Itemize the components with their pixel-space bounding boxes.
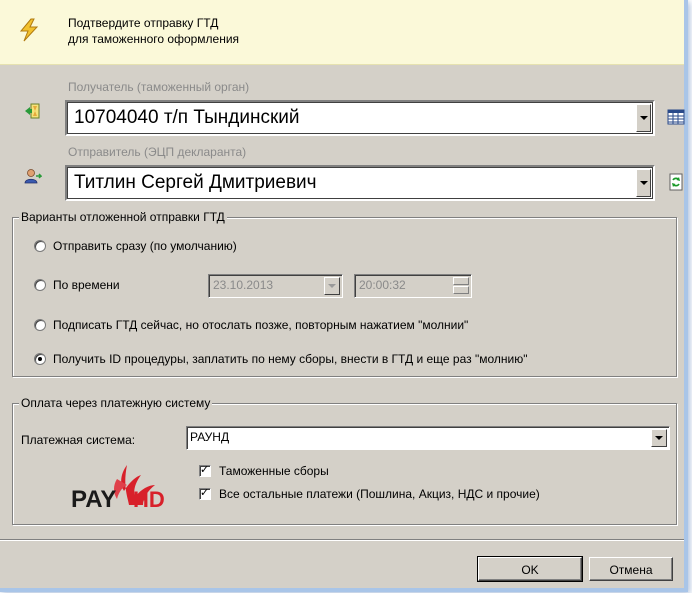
date-dropdown-button [324, 277, 340, 295]
date-value: 23.10.2013 [213, 278, 274, 292]
time-spinner [453, 277, 469, 295]
dialog-header: Подтвердите отправку ГТД для таможенного… [0, 0, 684, 65]
checkbox-customs-fees-label: Таможенные сборы [219, 464, 329, 478]
checkbox-other-payments[interactable] [199, 486, 211, 500]
header-message: Подтвердите отправку ГТД для таможенного… [68, 15, 239, 47]
payhd-logo-text-right: HD [133, 487, 165, 512]
date-field: 23.10.2013 [208, 274, 343, 298]
sender-combo[interactable]: Титлин Сергей Дмитриевич [65, 165, 655, 201]
payment-group: Оплата через платежную систему Платежная… [12, 396, 677, 525]
recipient-combo[interactable]: 10704040 т/п Тындинский [65, 100, 655, 136]
payment-system-label: Платежная система: [21, 433, 136, 447]
payment-system-value: РАУНД [190, 430, 230, 444]
payhd-logo: PAY HD [71, 465, 165, 513]
payhd-logo-text-left: PAY [71, 486, 116, 513]
checkbox-customs-fees[interactable] [199, 463, 211, 477]
header-line-1: Подтвердите отправку ГТД [68, 16, 219, 30]
radio-sign-later[interactable] [34, 319, 46, 331]
recipient-label: Получатель (таможенный орган) [68, 80, 250, 94]
radio-by-time-label: По времени [53, 278, 120, 292]
deferred-group-title: Варианты отложенной отправки ГТД [19, 210, 227, 224]
recipient-dropdown-button[interactable] [636, 104, 651, 132]
radio-send-now-label: Отправить сразу (по умолчанию) [53, 239, 237, 253]
radio-get-procedure-id-label: Получить ID процедуры, заплатить по нему… [53, 352, 528, 366]
payment-group-title: Оплата через платежную систему [19, 396, 213, 410]
radio-sign-later-label: Подписать ГТД сейчас, но отослать позже,… [53, 318, 469, 332]
sender-value: Титлин Сергей Дмитриевич [74, 172, 317, 193]
confirm-dialog: Подтвердите отправку ГТД для таможенного… [0, 0, 688, 592]
lightning-icon [19, 18, 39, 42]
refresh-icon[interactable] [667, 173, 685, 191]
ok-button[interactable]: OK [477, 556, 583, 582]
time-value: 20:00:32 [359, 278, 406, 292]
checkbox-other-payments-label: Все остальные платежи (Пошлина, Акциз, Н… [219, 487, 540, 501]
recipient-value: 10704040 т/п Тындинский [74, 107, 300, 128]
radio-send-now[interactable] [34, 240, 46, 252]
deferred-group: Варианты отложенной отправки ГТД Отправи… [12, 210, 677, 377]
sender-dropdown-button[interactable] [636, 169, 651, 197]
header-line-2: для таможенного оформления [68, 32, 240, 46]
user-icon [24, 169, 42, 184]
radio-get-procedure-id[interactable] [34, 353, 46, 365]
payment-system-combo[interactable]: РАУНД [186, 426, 670, 450]
customs-icon [25, 103, 40, 119]
payment-system-dropdown-button[interactable] [651, 429, 667, 447]
footer-separator [0, 539, 684, 541]
sender-label: Отправитель (ЭЦП декларанта) [68, 145, 247, 159]
cancel-button[interactable]: Отмена [589, 557, 673, 581]
table-icon[interactable] [667, 108, 685, 126]
radio-by-time[interactable] [34, 279, 46, 291]
time-field: 20:00:32 [354, 274, 472, 298]
